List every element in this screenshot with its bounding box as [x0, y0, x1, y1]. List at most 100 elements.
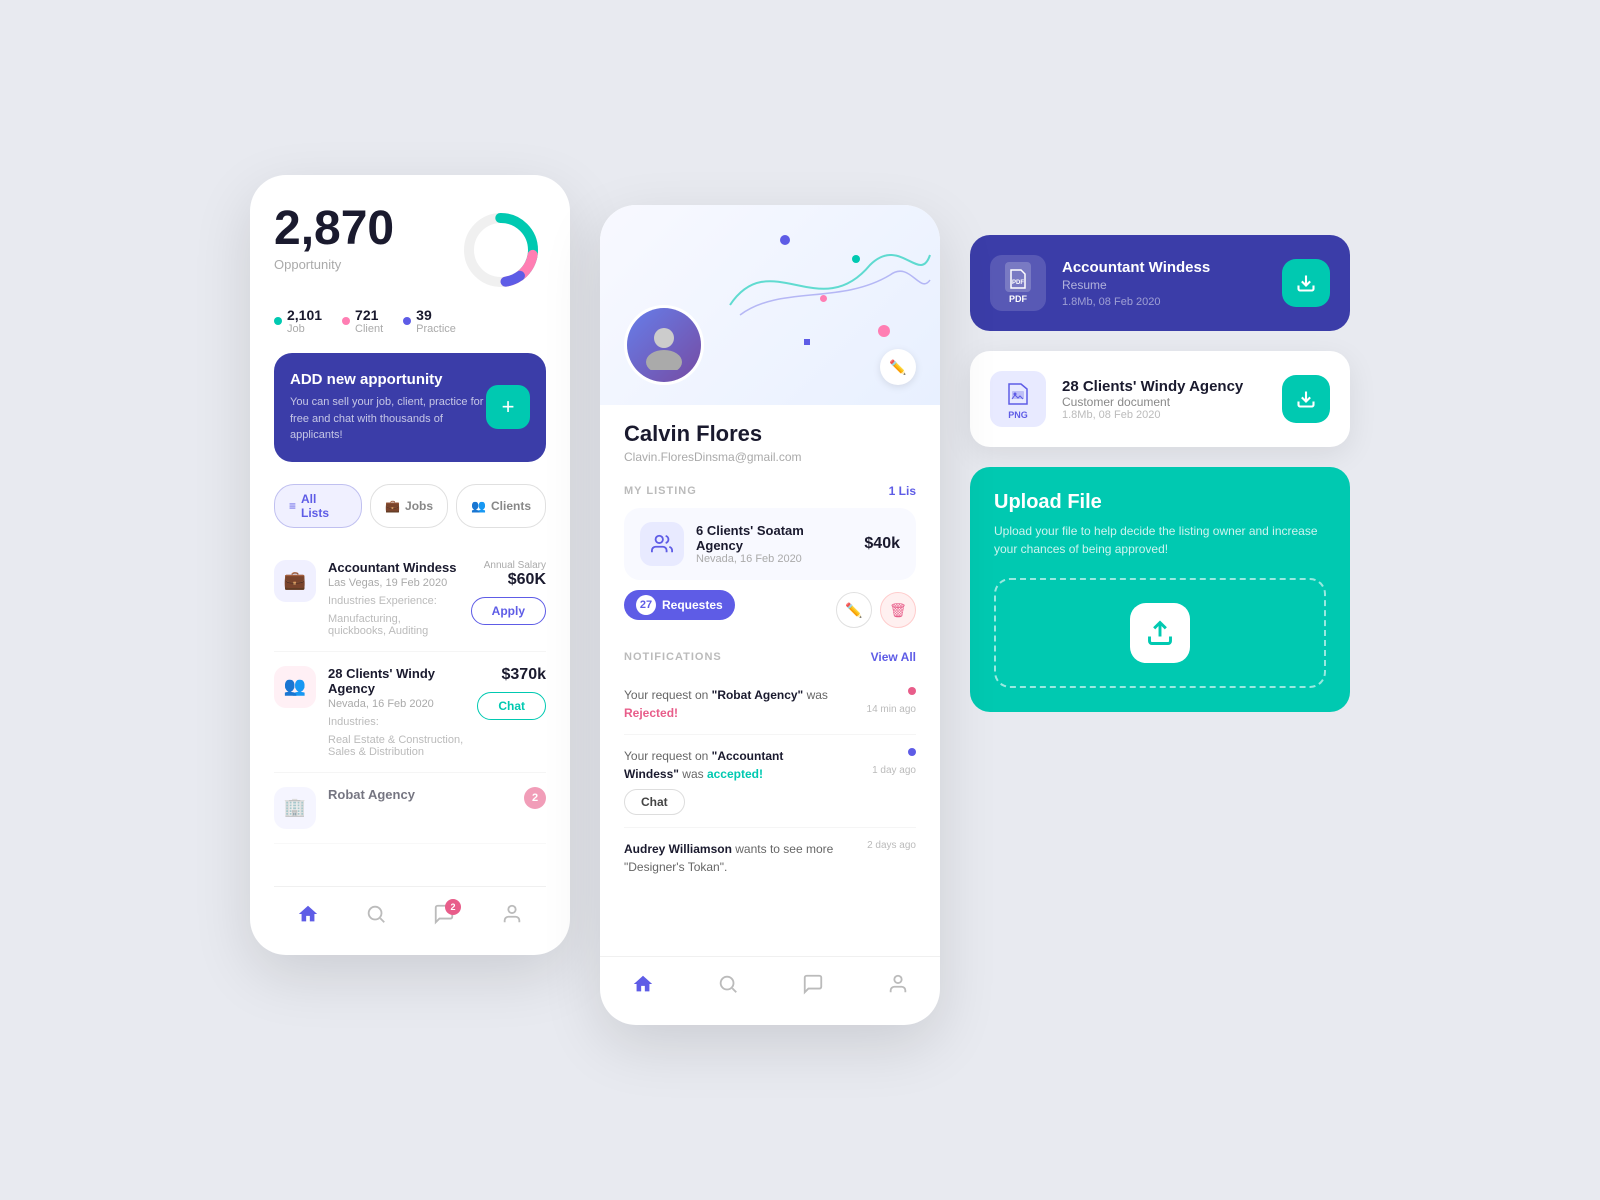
edit-listing-button[interactable]: ✏️: [836, 592, 872, 628]
phone2-nav: [600, 956, 940, 1005]
donut-chart: [456, 205, 546, 295]
stat-num-client: 721: [355, 307, 383, 323]
png-file-info: 28 Clients' Windy Agency Customer docume…: [1062, 378, 1266, 421]
notification-2: Your request on "Accountant Windess" was…: [624, 735, 916, 828]
upload-drop-zone[interactable]: [994, 578, 1326, 688]
listing-card-sub: Nevada, 16 Feb 2020: [696, 553, 852, 565]
upload-description: Upload your file to help decide the list…: [994, 522, 1326, 558]
upload-card: Upload File Upload your file to help dec…: [970, 467, 1350, 712]
request-badge: 27 Requestes: [624, 590, 735, 620]
profile-listing-card: 6 Clients' Soatam Agency Nevada, 16 Feb …: [624, 508, 916, 580]
nav2-search[interactable]: [717, 973, 739, 1001]
pdf-file-name: Accountant Windess: [1062, 259, 1266, 276]
stat-lbl-practice: Practice: [416, 323, 456, 335]
nav2-home[interactable]: [632, 973, 654, 1001]
notif-time-2: 1 day ago: [846, 765, 916, 776]
png-file-subtitle: Customer document: [1062, 395, 1266, 409]
stat-lbl-client: Client: [355, 323, 383, 335]
listing-title-3: Robat Agency: [328, 787, 512, 802]
listing-industries-2: Real Estate & Construction, Sales & Dist…: [328, 734, 465, 758]
notification-3: Audrey Williamson wants to see more "Des…: [624, 828, 916, 888]
notification-1: Your request on "Robat Agency" was Rejec…: [624, 674, 916, 735]
listing-industries-label-2: Industries:: [328, 716, 465, 728]
listing-item-3: 🏢 Robat Agency 2: [274, 773, 546, 844]
stat-dot-client: [342, 317, 350, 325]
salary-1: $60K: [471, 571, 546, 589]
profile-body: Calvin Flores Clavin.FloresDinsma@gmail.…: [600, 405, 940, 956]
opportunity-label: Opportunity: [274, 257, 394, 272]
tab-clients[interactable]: 👥 Clients: [456, 484, 546, 528]
chat-button-1[interactable]: Chat: [477, 692, 546, 720]
listing-icon-1: 💼: [274, 560, 316, 602]
stat-dot-job: [274, 317, 282, 325]
opportunity-stats: 2,870 Opportunity: [274, 205, 394, 272]
file-type-label-pdf: PDF: [1009, 294, 1027, 304]
stats-row: 2,101 Job 721 Client 39 Practice: [274, 307, 546, 335]
pdf-file-subtitle: Resume: [1062, 278, 1266, 292]
png-download-button[interactable]: [1282, 375, 1330, 423]
add-opportunity-button[interactable]: +: [486, 385, 530, 429]
nav-search[interactable]: [365, 903, 387, 931]
png-file-icon: [1005, 378, 1031, 408]
nav-home[interactable]: [297, 903, 319, 931]
notif-text-2: Your request on "Accountant Windess" was…: [624, 747, 836, 783]
phone1-nav: 2: [274, 886, 546, 935]
tab-all-lists[interactable]: ≡ All Lists: [274, 484, 362, 528]
nav2-profile[interactable]: [887, 973, 909, 1001]
request-label: Requestes: [662, 598, 723, 612]
chat-button-notification[interactable]: Chat: [624, 789, 685, 815]
tab-jobs[interactable]: 💼 Jobs: [370, 484, 448, 528]
filter-tabs: ≡ All Lists 💼 Jobs 👥 Clients: [274, 484, 546, 528]
deco-curve: [720, 225, 940, 345]
profile-edit-button[interactable]: ✏️: [880, 349, 916, 385]
notif-time-1: 14 min ago: [846, 704, 916, 715]
avatar-image: [627, 308, 701, 382]
listing-item-1: 💼 Accountant Windess Las Vegas, 19 Feb 2…: [274, 546, 546, 652]
nav-chat[interactable]: 2: [433, 903, 455, 931]
apply-button[interactable]: Apply: [471, 597, 546, 625]
upload-title: Upload File: [994, 491, 1326, 514]
pdf-download-button[interactable]: [1282, 259, 1330, 307]
upload-arrow-icon: [1146, 619, 1174, 647]
listing-subtitle-2: Nevada, 16 Feb 2020: [328, 698, 465, 710]
listing-right-2: $370k Chat: [477, 666, 546, 720]
listing-card-info: 6 Clients' Soatam Agency Nevada, 16 Feb …: [696, 523, 852, 565]
png-file-name: 28 Clients' Windy Agency: [1062, 378, 1266, 395]
listing-count-link[interactable]: 1 Lis: [889, 484, 916, 498]
listing-title-2: 28 Clients' Windy Agency: [328, 666, 465, 696]
list-icon: ≡: [289, 499, 296, 513]
upload-icon: [1130, 603, 1190, 663]
notif-meta-1: 14 min ago: [836, 686, 916, 715]
nav2-chat[interactable]: [802, 973, 824, 1001]
tab-all-lists-label: All Lists: [301, 492, 347, 520]
listing-info-2: 28 Clients' Windy Agency Nevada, 16 Feb …: [328, 666, 465, 758]
notifications-header: NOTIFICATIONS View All: [624, 650, 916, 664]
banner-description: You can sell your job, client, practice …: [290, 394, 486, 444]
notif-time-3: 2 days ago: [846, 840, 916, 851]
listing-title-1: Accountant Windess: [328, 560, 459, 575]
request-row: 27 Requestes ✏️ 🗑: [624, 590, 916, 630]
request-num: 27: [636, 595, 656, 615]
phone1-header: 2,870 Opportunity: [274, 205, 546, 295]
stat-job: 2,101 Job: [274, 307, 322, 335]
notif-meta-2: 1 day ago: [836, 747, 916, 776]
listing-right-3: 2: [524, 787, 546, 809]
nav-profile[interactable]: [501, 903, 523, 931]
file-card-png: PNG 28 Clients' Windy Agency Customer do…: [970, 351, 1350, 447]
pdf-file-meta: 1.8Mb, 08 Feb 2020: [1062, 296, 1266, 308]
download-icon-pdf: [1296, 273, 1316, 293]
listing-info-3: Robat Agency: [328, 787, 512, 802]
profile-email: Clavin.FloresDinsma@gmail.com: [624, 450, 916, 464]
banner-title: ADD new apportunity: [290, 371, 486, 388]
listing-card-actions: ✏️ 🗑: [836, 592, 916, 628]
notif-dot-2: [908, 748, 916, 756]
view-all-link[interactable]: View All: [871, 650, 916, 664]
delete-listing-button[interactable]: 🗑: [880, 592, 916, 628]
scene: 2,870 Opportunity 2,101 Job: [210, 115, 1390, 1085]
add-banner-text: ADD new apportunity You can sell your jo…: [290, 371, 486, 444]
svg-text:PDF: PDF: [1012, 280, 1024, 286]
notif-dot-1: [908, 687, 916, 695]
file-type-label-png: PNG: [1008, 410, 1028, 420]
annual-label-1: Annual Salary: [471, 560, 546, 571]
pdf-file-icon: PDF: [1005, 262, 1031, 292]
